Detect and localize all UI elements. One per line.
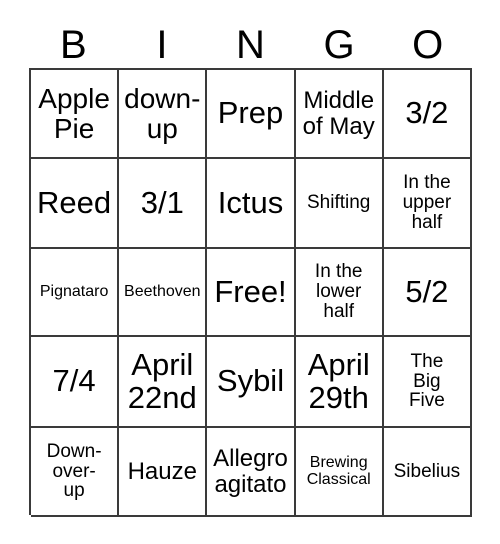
bingo-cell-o4[interactable]: The Big Five [383, 337, 472, 428]
bingo-cell-text: Middle of May [302, 87, 375, 140]
bingo-cell-n1[interactable]: Prep [207, 70, 296, 159]
bingo-header-letter-o: O [412, 23, 444, 67]
bingo-cell-text: Brewing Classical [306, 453, 371, 488]
bingo-cell-text: 5/2 [405, 273, 449, 309]
bingo-cell-text: Reed [37, 184, 112, 220]
bingo-cell-text: In the upper half [402, 172, 452, 233]
bingo-cell-text: Down- over- up [46, 440, 102, 502]
bingo-cell-g5[interactable]: Brewing Classical [295, 428, 384, 517]
bingo-cell-g1[interactable]: Middle of May [295, 70, 384, 159]
bingo-cell-n5[interactable]: Allegro agitato [207, 428, 296, 517]
bingo-cell-o5[interactable]: Sibelius [383, 428, 472, 517]
bingo-cell-i1[interactable]: down- up [119, 70, 208, 159]
bingo-cell-text: April 29th [307, 346, 370, 415]
bingo-header-letter-g: G [323, 23, 355, 67]
bingo-header-letter-b: B [59, 23, 87, 67]
bingo-cell-b5[interactable]: Down- over- up [31, 428, 120, 517]
bingo-cell-text: Pignataro [39, 282, 109, 300]
bingo-cell-b1[interactable]: Apple Pie [31, 70, 120, 159]
bingo-cell-text: Shifting [307, 192, 371, 214]
bingo-cell-b2[interactable]: Reed [31, 159, 120, 249]
bingo-cell-o1[interactable]: 3/2 [383, 70, 472, 159]
bingo-cell-text: 3/1 [140, 184, 184, 220]
bingo-cell-text: Prep [217, 95, 284, 131]
bingo-cell-text: Apple Pie [38, 83, 110, 144]
bingo-cell-text: 3/2 [405, 95, 449, 131]
bingo-cell-g3[interactable]: In the lower half [295, 249, 384, 337]
bingo-cell-text: In the lower half [314, 261, 363, 322]
bingo-cell-text: Beethoven [124, 282, 201, 300]
bingo-cell-text: 7/4 [52, 363, 96, 399]
bingo-cell-b3[interactable]: Pignataro [31, 249, 120, 337]
bingo-cell-i3[interactable]: Beethoven [119, 249, 208, 337]
bingo-cell-text: down- up [124, 83, 201, 144]
bingo-cell-text: Sybil [216, 363, 285, 399]
bingo-cell-o3[interactable]: 5/2 [383, 249, 472, 337]
bingo-cell-text: Free! [214, 273, 287, 309]
bingo-cell-g4[interactable]: April 29th [295, 337, 384, 428]
bingo-card: B I N G O Apple Pie down- up Prep Middle… [0, 0, 500, 544]
bingo-cell-i5[interactable]: Hauze [119, 428, 208, 517]
bingo-cell-text: Hauze [127, 457, 197, 485]
bingo-header-letter-i: I [156, 23, 168, 67]
bingo-cell-text: Allegro agitato [213, 445, 288, 498]
bingo-header-letter-n: N [236, 23, 265, 67]
bingo-cell-text: The Big Five [408, 350, 445, 412]
bingo-cell-i2[interactable]: 3/1 [119, 159, 208, 249]
bingo-grid: Apple Pie down- up Prep Middle of May 3/… [29, 68, 472, 517]
bingo-header-row: B I N G O [29, 22, 472, 68]
bingo-cell-n2[interactable]: Ictus [207, 159, 296, 249]
bingo-cell-b4[interactable]: 7/4 [31, 337, 120, 428]
bingo-cell-text: Sibelius [393, 460, 461, 482]
bingo-cell-text: Ictus [217, 184, 284, 220]
bingo-cell-g2[interactable]: Shifting [295, 159, 384, 249]
bingo-cell-text: April 22nd [127, 346, 197, 415]
bingo-cell-free-space[interactable]: Free! [207, 249, 296, 337]
bingo-cell-i4[interactable]: April 22nd [119, 337, 208, 428]
bingo-cell-o2[interactable]: In the upper half [383, 159, 472, 249]
bingo-cell-n4[interactable]: Sybil [207, 337, 296, 428]
